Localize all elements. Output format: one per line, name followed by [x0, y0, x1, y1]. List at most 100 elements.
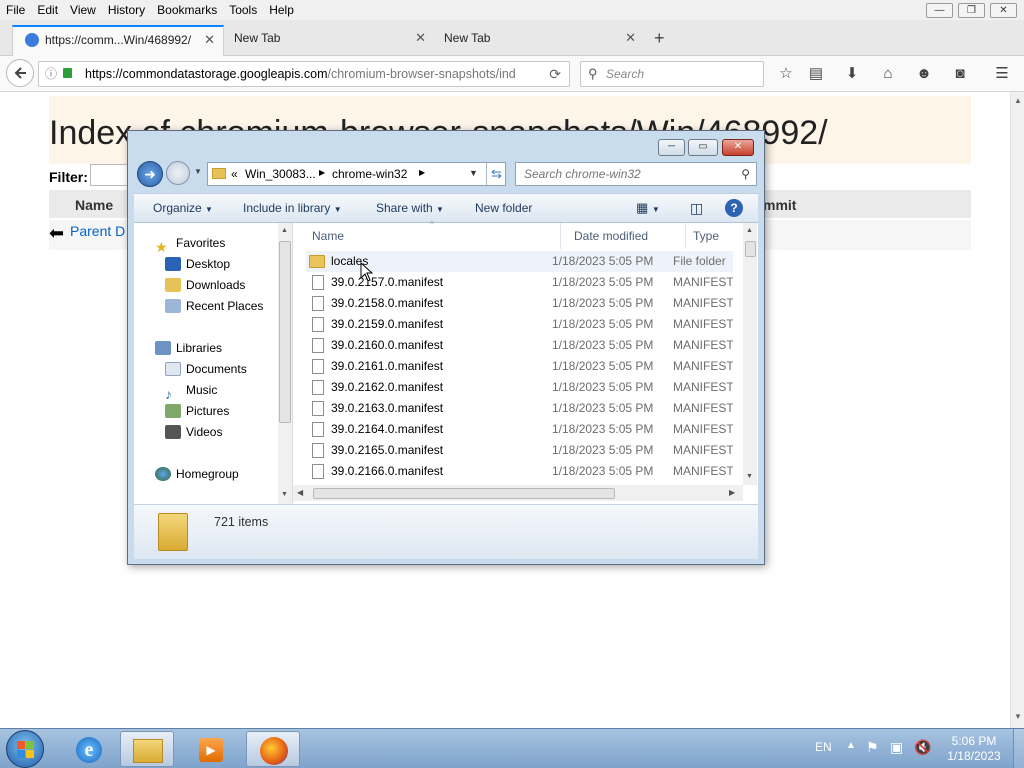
breadcrumb-chrome-win32[interactable]: chrome-win32 — [332, 167, 407, 181]
dialog-back-button[interactable]: ➜ — [137, 161, 163, 187]
scroll-right-icon[interactable]: ▶ — [729, 488, 735, 497]
scroll-down-icon[interactable]: ▼ — [746, 473, 753, 480]
dialog-search-input[interactable]: Search chrome-win32 ⚲ — [515, 162, 757, 186]
file-hscrollbar[interactable]: ◀ ▶ — [293, 485, 743, 501]
file-row[interactable]: 39.0.2161.0.manifest 1/18/2023 5:05 PM MAN… — [306, 356, 733, 377]
nav-documents[interactable]: Documents — [165, 359, 247, 379]
nav-scrollbar[interactable]: ▲ ▼ — [278, 223, 292, 504]
address-dropdown-icon[interactable]: ▼ — [469, 168, 478, 178]
close-window-button[interactable]: ✕ — [990, 3, 1017, 18]
menu-file[interactable]: File — [0, 0, 31, 20]
nav-music[interactable]: ♪ Music — [165, 380, 217, 402]
include-in-library-button[interactable]: Include in library ▼ — [243, 194, 342, 223]
nav-recent-places[interactable]: Recent Places — [165, 296, 263, 316]
taskbar-firefox[interactable] — [246, 731, 300, 767]
breadcrumb-chevron-icon[interactable]: ▶ — [319, 168, 325, 177]
downloads-icon[interactable]: ⬇ — [842, 64, 862, 84]
menu-edit[interactable]: Edit — [31, 0, 64, 20]
bookmarks-list-icon[interactable]: ▤ — [806, 64, 826, 84]
nav-scroll-thumb[interactable] — [279, 241, 291, 423]
close-tab-icon[interactable]: ✕ — [204, 27, 215, 53]
nav-desktop[interactable]: Desktop — [165, 254, 230, 274]
pocket-icon[interactable]: ◙ — [950, 64, 970, 84]
help-icon[interactable]: ? — [725, 199, 743, 217]
col-type-header[interactable]: Type — [687, 223, 747, 249]
breadcrumb-win[interactable]: Win_30083... — [245, 167, 316, 181]
minimize-button[interactable]: — — [926, 3, 953, 18]
col-date-header[interactable]: Date modified — [568, 223, 686, 249]
recent-locations-icon[interactable]: ▼ — [194, 167, 202, 176]
file-row[interactable]: 39.0.2159.0.manifest 1/18/2023 5:05 PM MAN… — [306, 314, 733, 335]
tab-new-1[interactable]: New Tab ✕ — [222, 25, 434, 56]
file-row[interactable]: 39.0.2158.0.manifest 1/18/2023 5:05 PM MAN… — [306, 293, 733, 314]
file-row[interactable]: 39.0.2160.0.manifest 1/18/2023 5:05 PM MAN… — [306, 335, 733, 356]
menu-bookmarks[interactable]: Bookmarks — [151, 0, 223, 20]
dialog-maximize-button[interactable]: ▭ — [688, 139, 718, 156]
dialog-address-bar[interactable]: « Win_30083... ▶ chrome-win32 ▶ ▼ ⇆ — [207, 162, 506, 186]
start-button[interactable] — [6, 730, 44, 768]
scroll-down-icon[interactable]: ▼ — [281, 491, 288, 498]
close-tab-icon[interactable]: ✕ — [625, 25, 636, 51]
parent-directory-link[interactable]: Parent D — [70, 223, 125, 239]
tab-active[interactable]: https://comm...Win/468992/ ✕ — [12, 25, 224, 56]
menu-tools[interactable]: Tools — [223, 0, 263, 20]
hamburger-menu-icon[interactable]: ☰ — [992, 64, 1012, 84]
scroll-up-icon[interactable]: ▲ — [1014, 96, 1022, 105]
language-indicator[interactable]: EN — [815, 740, 832, 754]
nav-homegroup[interactable]: Homegroup — [155, 464, 239, 484]
share-with-button[interactable]: Share with ▼ — [376, 194, 444, 223]
breadcrumb-overflow[interactable]: « — [231, 167, 238, 181]
action-center-flag-icon[interactable]: ⚑ — [866, 739, 879, 756]
dialog-minimize-button[interactable]: ─ — [658, 139, 685, 156]
menu-history[interactable]: History — [102, 0, 151, 20]
new-folder-button[interactable]: New folder — [475, 194, 532, 223]
dialog-close-button[interactable]: ✕ — [722, 139, 754, 156]
url-bar[interactable]: ⓘ https://commondatastorage.googleapis.c… — [38, 61, 570, 87]
close-tab-icon[interactable]: ✕ — [415, 25, 426, 51]
reload-icon[interactable]: ⟳ — [549, 62, 561, 86]
taskbar-media[interactable]: ▶ — [184, 731, 238, 767]
file-row[interactable]: 39.0.2165.0.manifest 1/18/2023 5:05 PM MAN… — [306, 440, 733, 461]
views-icon[interactable]: ▦ ▼ — [636, 194, 660, 223]
restore-button[interactable]: ❐ — [958, 3, 985, 18]
show-hidden-icons[interactable]: ▲ — [846, 740, 856, 751]
search-bar[interactable]: ⚲ Search — [580, 61, 764, 87]
info-icon[interactable]: ⓘ — [45, 62, 57, 86]
breadcrumb-chevron-icon[interactable]: ▶ — [419, 168, 425, 177]
scroll-up-icon[interactable]: ▲ — [746, 227, 753, 234]
scroll-up-icon[interactable]: ▲ — [281, 227, 288, 234]
back-button[interactable] — [6, 59, 34, 87]
page-scrollbar[interactable]: ▲ ▼ — [1010, 92, 1024, 728]
tab-new-2[interactable]: New Tab ✕ — [432, 25, 644, 56]
file-row[interactable]: 39.0.2163.0.manifest 1/18/2023 5:05 PM MAN… — [306, 398, 733, 419]
refresh-icon[interactable]: ⇆ — [486, 163, 506, 185]
taskbar-ie[interactable]: e — [62, 731, 116, 767]
clock[interactable]: 5:06 PM 1/18/2023 — [940, 734, 1008, 764]
home-icon[interactable]: ⌂ — [878, 64, 898, 84]
file-row[interactable]: 39.0.2166.0.manifest 1/18/2023 5:05 PM MAN… — [306, 461, 733, 482]
volume-muted-icon[interactable]: 🔇 — [914, 739, 931, 756]
menu-help[interactable]: Help — [263, 0, 300, 20]
network-icon[interactable]: ▣ — [890, 739, 903, 756]
new-tab-button[interactable]: + — [654, 28, 665, 49]
file-vscroll-thumb[interactable] — [745, 241, 756, 257]
file-vscrollbar[interactable]: ▲ ▼ — [743, 223, 757, 485]
file-row[interactable]: 39.0.2164.0.manifest 1/18/2023 5:05 PM MAN… — [306, 419, 733, 440]
chat-icon[interactable]: ☻ — [914, 64, 934, 84]
nav-pictures[interactable]: Pictures — [165, 401, 229, 421]
bookmark-star-icon[interactable]: ☆ — [776, 64, 796, 84]
organize-button[interactable]: Organize ▼ — [153, 194, 213, 223]
file-row[interactable]: 39.0.2162.0.manifest 1/18/2023 5:05 PM MAN… — [306, 377, 733, 398]
taskbar-explorer[interactable] — [120, 731, 174, 767]
preview-pane-icon[interactable]: ◫ — [690, 194, 703, 223]
nav-videos[interactable]: Videos — [165, 422, 222, 442]
nav-favorites[interactable]: ★ Favorites — [155, 233, 225, 255]
scroll-left-icon[interactable]: ◀ — [297, 488, 303, 497]
menu-view[interactable]: View — [64, 0, 102, 20]
file-hscroll-thumb[interactable] — [313, 488, 615, 499]
show-desktop-button[interactable] — [1013, 729, 1024, 768]
scroll-down-icon[interactable]: ▼ — [1014, 712, 1022, 721]
nav-downloads[interactable]: Downloads — [165, 275, 245, 295]
dialog-forward-button[interactable] — [166, 161, 190, 185]
nav-libraries[interactable]: Libraries — [155, 338, 222, 358]
